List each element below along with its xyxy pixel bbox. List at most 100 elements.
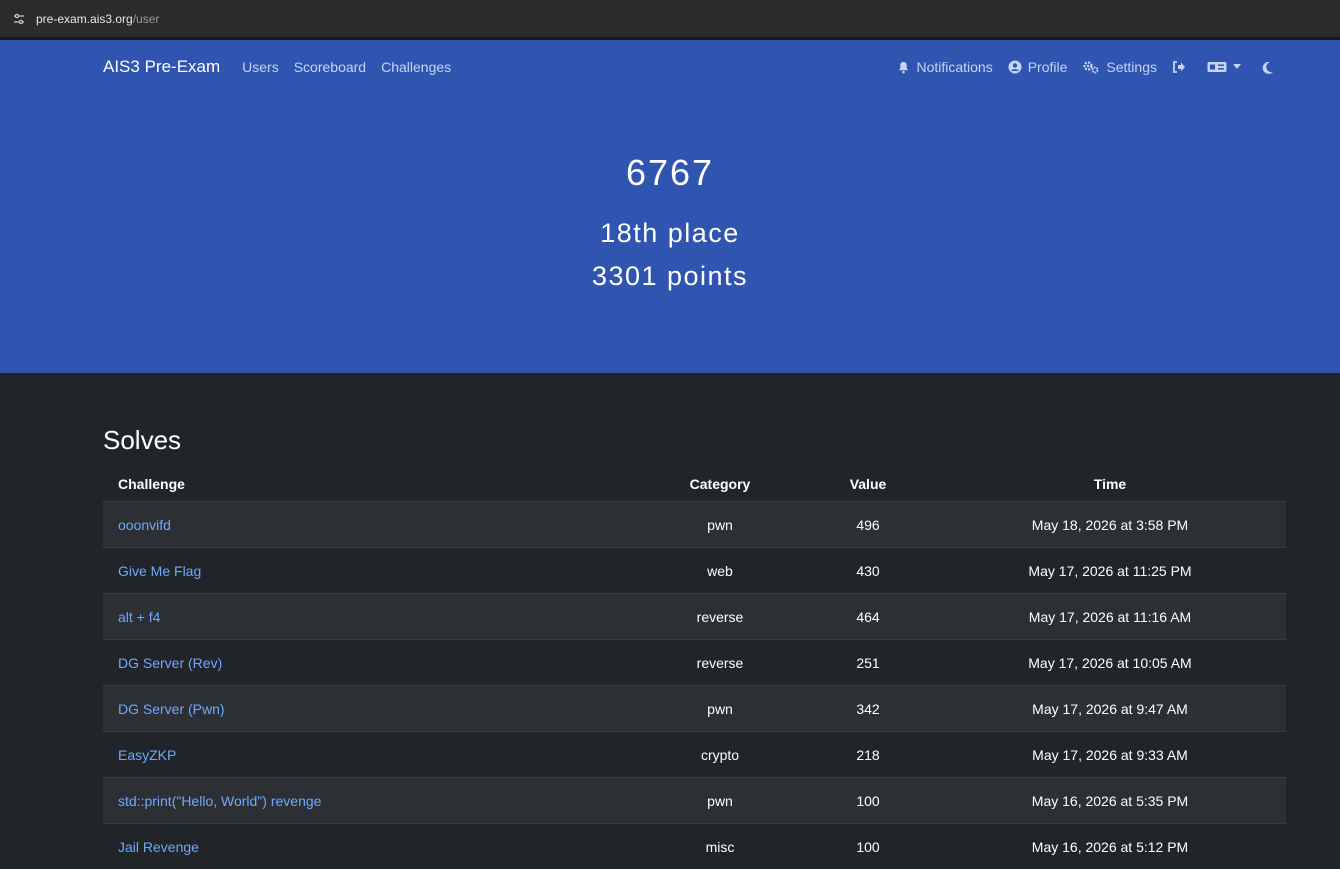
url-path: /user xyxy=(133,12,160,26)
challenge-value-cell: 100 xyxy=(802,778,934,824)
challenge-link-cell: EasyZKP xyxy=(103,732,638,778)
solve-time: May 17, 2026 at 11:25 PM xyxy=(1028,563,1191,579)
challenge-value: 251 xyxy=(856,655,879,671)
solve-time: May 16, 2026 at 5:12 PM xyxy=(1032,839,1188,855)
challenge-link[interactable]: DG Server (Rev) xyxy=(118,655,222,671)
language-icon xyxy=(1207,60,1227,74)
user-place: 18th place xyxy=(0,218,1340,249)
logout-button[interactable] xyxy=(1172,60,1192,74)
browser-address-bar[interactable]: pre-exam.ais3.org/user xyxy=(0,0,1340,40)
solves-heading: Solves xyxy=(103,425,1286,455)
table-row: DG Server (Pwn) pwn 342 May 17, 2026 at 9:4… xyxy=(103,686,1286,732)
solve-time: May 16, 2026 at 5:35 PM xyxy=(1032,793,1188,809)
challenge-value-cell: 251 xyxy=(802,640,934,686)
challenge-link[interactable]: alt + f4 xyxy=(118,609,160,625)
nav-profile[interactable]: Profile xyxy=(1008,59,1068,75)
challenge-category: pwn xyxy=(707,517,733,533)
challenge-link-cell: Give Me Flag xyxy=(103,548,638,594)
url-host: pre-exam.ais3.org xyxy=(36,12,133,26)
solve-time: May 17, 2026 at 11:16 AM xyxy=(1029,609,1191,625)
user-circle-icon xyxy=(1008,60,1022,74)
bell-icon xyxy=(897,61,910,74)
challenge-category: web xyxy=(707,563,733,579)
challenge-category: crypto xyxy=(701,747,739,763)
brand-link[interactable]: AIS3 Pre-Exam xyxy=(103,57,220,77)
challenge-category: pwn xyxy=(707,793,733,809)
challenge-value-cell: 464 xyxy=(802,594,934,640)
language-dropdown[interactable] xyxy=(1207,60,1247,74)
user-header: AIS3 Pre-Exam Users Scoreboard Challenge… xyxy=(0,40,1340,373)
solve-time-cell: May 17, 2026 at 11:25 PM xyxy=(934,548,1286,594)
solve-time: May 17, 2026 at 9:47 AM xyxy=(1032,701,1188,717)
challenge-category: reverse xyxy=(697,655,744,671)
challenge-value-cell: 218 xyxy=(802,732,934,778)
challenge-link[interactable]: Jail Revenge xyxy=(118,839,199,855)
challenge-link[interactable]: ooonvifd xyxy=(118,517,171,533)
challenge-value-cell: 100 xyxy=(802,824,934,869)
solve-time: May 17, 2026 at 10:05 AM xyxy=(1028,655,1191,671)
nav-notifications[interactable]: Notifications xyxy=(897,59,992,75)
table-row: ooonvifd pwn 496 May 18, 2026 at 3:58 PM xyxy=(103,502,1286,548)
challenge-link[interactable]: Give Me Flag xyxy=(118,563,201,579)
table-header-row: Challenge Category Value Time xyxy=(103,467,1286,502)
user-points: 3301 points xyxy=(0,261,1340,292)
solves-section: Solves Challenge Category Value Time ooo… xyxy=(103,425,1286,869)
challenge-value: 342 xyxy=(856,701,879,717)
solve-time-cell: May 18, 2026 at 3:58 PM xyxy=(934,502,1286,548)
nav-profile-label: Profile xyxy=(1028,59,1068,75)
challenge-value: 100 xyxy=(856,793,879,809)
nav-notifications-label: Notifications xyxy=(916,59,992,75)
solve-time-cell: May 17, 2026 at 11:16 AM xyxy=(934,594,1286,640)
moon-icon xyxy=(1262,61,1274,74)
caret-down-icon xyxy=(1233,64,1241,70)
table-row: std::print("Hello, World") revenge pwn 100… xyxy=(103,778,1286,824)
challenge-link[interactable]: DG Server (Pwn) xyxy=(118,701,225,717)
solve-time-cell: May 17, 2026 at 10:05 AM xyxy=(934,640,1286,686)
cogs-icon xyxy=(1082,60,1100,74)
nav-settings[interactable]: Settings xyxy=(1082,59,1157,75)
challenge-value: 430 xyxy=(856,563,879,579)
table-row: alt + f4 reverse 464 May 17, 2026 at 11:16 … xyxy=(103,594,1286,640)
challenge-link-cell: DG Server (Pwn) xyxy=(103,686,638,732)
top-navbar: AIS3 Pre-Exam Users Scoreboard Challenge… xyxy=(103,57,1280,77)
site-settings-icon[interactable] xyxy=(12,12,26,26)
challenge-category-cell: crypto xyxy=(638,732,802,778)
challenge-link-cell: alt + f4 xyxy=(103,594,638,640)
challenge-link-cell: ooonvifd xyxy=(103,502,638,548)
table-row: Jail Revenge misc 100 May 16, 2026 at 5:12 … xyxy=(103,824,1286,869)
challenge-link-cell: DG Server (Rev) xyxy=(103,640,638,686)
challenge-category-cell: pwn xyxy=(638,686,802,732)
table-row: Give Me Flag web 430 May 17, 2026 at 11:25 … xyxy=(103,548,1286,594)
challenge-link-cell: Jail Revenge xyxy=(103,824,638,869)
challenge-link[interactable]: EasyZKP xyxy=(118,747,176,763)
challenge-value: 464 xyxy=(856,609,879,625)
challenge-category-cell: pwn xyxy=(638,778,802,824)
challenge-value: 218 xyxy=(856,747,879,763)
challenge-value: 100 xyxy=(856,839,879,855)
challenge-category: pwn xyxy=(707,701,733,717)
challenge-category-cell: web xyxy=(638,548,802,594)
challenge-category-cell: reverse xyxy=(638,594,802,640)
navbar-right: Notifications Profile Settings xyxy=(882,59,1280,75)
nav-challenges[interactable]: Challenges xyxy=(381,59,451,75)
nav-users[interactable]: Users xyxy=(242,59,279,75)
nav-settings-label: Settings xyxy=(1106,59,1157,75)
challenge-link[interactable]: std::print("Hello, World") revenge xyxy=(118,793,321,809)
challenge-link-cell: std::print("Hello, World") revenge xyxy=(103,778,638,824)
challenge-category-cell: pwn xyxy=(638,502,802,548)
solve-time-cell: May 16, 2026 at 5:12 PM xyxy=(934,824,1286,869)
table-row: EasyZKP crypto 218 May 17, 2026 at 9:33 AM xyxy=(103,732,1286,778)
solve-time: May 18, 2026 at 3:58 PM xyxy=(1032,517,1188,533)
col-category: Category xyxy=(638,467,802,502)
table-row: DG Server (Rev) reverse 251 May 17, 2026 at… xyxy=(103,640,1286,686)
challenge-value-cell: 342 xyxy=(802,686,934,732)
solve-time: May 17, 2026 at 9:33 AM xyxy=(1032,747,1188,763)
challenge-category: reverse xyxy=(697,609,744,625)
solve-time-cell: May 17, 2026 at 9:33 AM xyxy=(934,732,1286,778)
challenge-category-cell: misc xyxy=(638,824,802,869)
solves-table: Challenge Category Value Time ooonvifd pw… xyxy=(103,467,1286,869)
solve-time-cell: May 17, 2026 at 9:47 AM xyxy=(934,686,1286,732)
challenge-value: 496 xyxy=(856,517,879,533)
nav-scoreboard[interactable]: Scoreboard xyxy=(294,59,366,75)
theme-toggle[interactable] xyxy=(1262,61,1280,74)
